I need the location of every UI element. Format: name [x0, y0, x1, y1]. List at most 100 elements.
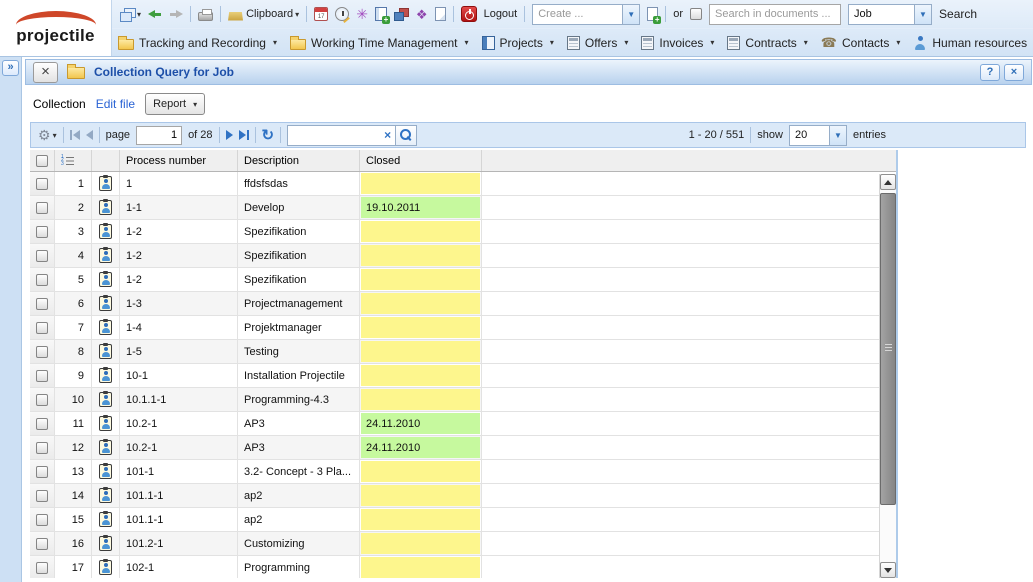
menu-item-contracts[interactable]: Contracts▾ — [727, 36, 807, 50]
settings-button[interactable]: ⚙▾ — [38, 128, 57, 142]
row-checkbox-cell — [30, 316, 55, 339]
row-checkbox[interactable] — [36, 418, 48, 430]
refresh-button[interactable]: ↻ — [262, 128, 275, 143]
first-page-button[interactable] — [70, 130, 80, 140]
job-icon[interactable] — [99, 248, 112, 263]
menu-item-tracking-and-recording[interactable]: Tracking and Recording▾ — [118, 36, 277, 50]
new-document-button[interactable] — [647, 7, 658, 21]
menu-item-working-time-management[interactable]: Working Time Management▾ — [290, 36, 469, 50]
job-icon[interactable] — [99, 344, 112, 359]
job-icon[interactable] — [99, 368, 112, 383]
page-size-select[interactable]: 20▼ — [789, 125, 847, 146]
job-icon[interactable] — [99, 536, 112, 551]
menu-item-invoices[interactable]: Invoices▾ — [641, 36, 714, 50]
filter-input[interactable] — [288, 127, 380, 144]
job-icon[interactable] — [99, 296, 112, 311]
job-icon[interactable] — [99, 416, 112, 431]
clipboard-button[interactable]: Clipboard▾ — [228, 8, 299, 21]
apply-filter-button[interactable] — [395, 126, 416, 145]
help-button[interactable]: ? — [980, 64, 1000, 81]
scrollbar-thumb[interactable] — [880, 193, 896, 505]
header-select-all[interactable] — [30, 150, 55, 171]
row-checkbox-cell — [30, 460, 55, 483]
edit-file-link[interactable]: Edit file — [96, 97, 135, 111]
select-all-checkbox[interactable] — [36, 155, 48, 167]
closed-empty-value — [361, 341, 480, 362]
or-label: or — [673, 8, 683, 20]
menu-item-human-resources[interactable]: Human resources▾ — [913, 36, 1033, 50]
back-button[interactable] — [148, 7, 162, 21]
job-icon[interactable] — [99, 512, 112, 527]
job-icon[interactable] — [99, 560, 112, 575]
modules-button[interactable] — [394, 8, 409, 21]
previous-page-button[interactable] — [86, 130, 93, 140]
clear-filter-button[interactable]: × — [380, 128, 395, 142]
job-icon[interactable] — [99, 224, 112, 239]
row-checkbox[interactable] — [36, 370, 48, 382]
document-button[interactable] — [435, 7, 446, 21]
row-checkbox-cell — [30, 340, 55, 363]
close-tab-button[interactable]: × — [33, 62, 58, 83]
row-checkbox[interactable] — [36, 514, 48, 526]
logo-swoosh-icon — [16, 11, 96, 25]
time-tracking-button[interactable] — [335, 7, 349, 21]
row-filler — [482, 172, 896, 195]
pinwheel-button[interactable]: ✳ — [356, 7, 368, 21]
job-icon[interactable] — [99, 320, 112, 335]
row-checkbox[interactable] — [36, 394, 48, 406]
job-icon[interactable] — [99, 176, 112, 191]
row-checkbox[interactable] — [36, 202, 48, 214]
header-description[interactable]: Description — [238, 150, 360, 171]
row-checkbox[interactable] — [36, 298, 48, 310]
scroll-up-button[interactable] — [880, 174, 896, 190]
row-checkbox[interactable] — [36, 178, 48, 190]
job-icon[interactable] — [99, 200, 112, 215]
search-button[interactable]: Search — [939, 7, 977, 21]
header-row-number[interactable] — [55, 150, 92, 171]
row-checkbox[interactable] — [36, 538, 48, 550]
menu-item-offers[interactable]: Offers▾ — [567, 36, 628, 50]
logout-icon[interactable] — [461, 6, 477, 22]
row-checkbox[interactable] — [36, 442, 48, 454]
job-icon[interactable] — [99, 440, 112, 455]
row-checkbox[interactable] — [36, 490, 48, 502]
scroll-down-button[interactable] — [880, 562, 896, 578]
header-closed[interactable]: Closed — [360, 150, 482, 171]
vertical-scrollbar[interactable] — [879, 174, 896, 578]
window-layers-button[interactable]: ▾ — [120, 8, 141, 21]
job-icon[interactable] — [99, 488, 112, 503]
forward-button[interactable] — [169, 7, 183, 21]
job-icon[interactable] — [99, 392, 112, 407]
document-search-input[interactable] — [709, 4, 841, 25]
header-process-number[interactable]: Process number — [120, 150, 238, 171]
row-checkbox[interactable] — [36, 274, 48, 286]
row-checkbox[interactable] — [36, 322, 48, 334]
row-checkbox[interactable] — [36, 250, 48, 262]
closed-empty-value — [361, 269, 480, 290]
new-entry-button[interactable] — [375, 7, 387, 21]
row-checkbox[interactable] — [36, 226, 48, 238]
menu-item-contacts[interactable]: ☎Contacts▾ — [821, 36, 901, 50]
row-checkbox[interactable] — [36, 562, 48, 574]
doc-type-select[interactable]: Job▼ — [848, 4, 932, 25]
network-button[interactable]: ❖ — [416, 8, 428, 21]
job-icon[interactable] — [99, 464, 112, 479]
logout-label[interactable]: Logout — [484, 8, 518, 20]
page-number-input[interactable] — [136, 126, 182, 145]
print-button[interactable] — [198, 12, 213, 21]
row-checkbox[interactable] — [36, 346, 48, 358]
close-panel-button[interactable]: × — [1004, 64, 1024, 81]
folder-icon[interactable] — [67, 67, 85, 79]
row-number-cell: 8 — [55, 340, 92, 363]
job-icon[interactable] — [99, 272, 112, 287]
last-page-button[interactable] — [239, 130, 249, 140]
sidebar-expand-button[interactable]: » — [2, 60, 19, 76]
report-button[interactable]: Report▾ — [145, 93, 205, 115]
next-page-button[interactable] — [226, 130, 233, 140]
menu-item-projects[interactable]: Projects▾ — [482, 36, 554, 50]
calendar-button[interactable] — [314, 7, 328, 21]
row-checkbox[interactable] — [36, 466, 48, 478]
search-scope-checkbox[interactable] — [690, 8, 702, 20]
create-select[interactable]: Create ...▼ — [532, 4, 640, 25]
row-filler — [482, 268, 896, 291]
